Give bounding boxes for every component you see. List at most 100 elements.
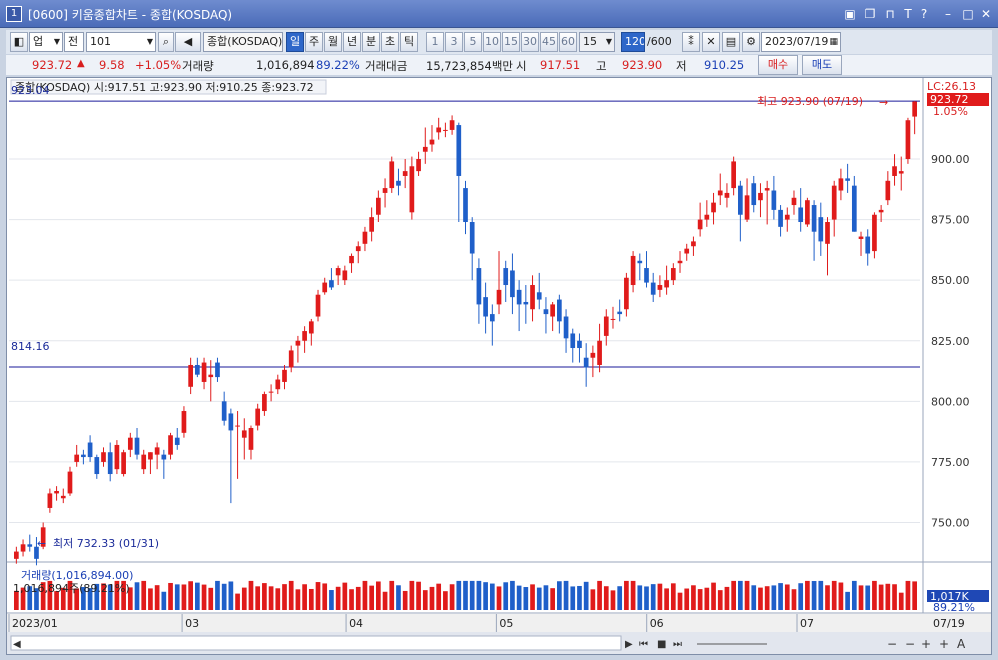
volume-bar xyxy=(724,586,730,610)
interval-button[interactable]: 5 xyxy=(464,32,482,52)
period-button[interactable]: 년 xyxy=(343,32,361,52)
volume-bar xyxy=(141,580,147,610)
date-input[interactable]: 2023/07/19 ▦ xyxy=(761,32,841,52)
settings-gear-icon[interactable]: ⚙ xyxy=(742,32,760,52)
period-button[interactable]: 월 xyxy=(324,32,342,52)
volume-bar xyxy=(369,585,374,610)
layout-icon[interactable]: ▣ xyxy=(842,6,858,22)
auto-scale-icon[interactable]: A xyxy=(957,637,966,651)
volume-bar xyxy=(308,588,314,610)
scroll-right-icon[interactable]: ▶ xyxy=(625,639,633,650)
volume-bar xyxy=(637,585,643,610)
period-button[interactable]: 주 xyxy=(305,32,323,52)
candle-body xyxy=(449,120,455,130)
x-tick-label: 07 xyxy=(800,617,814,630)
volume-bar xyxy=(168,582,173,610)
chart-area[interactable]: 900.00 875.00 850.00 825.00 800.00 775.00 750.… xyxy=(6,77,992,655)
volume-bar xyxy=(778,583,783,610)
minimize-icon[interactable]: – xyxy=(940,6,956,22)
indicator-icon[interactable]: ⁑ xyxy=(682,32,700,52)
candle-body xyxy=(543,309,549,315)
candle-body xyxy=(691,241,696,247)
scroll-left-icon[interactable]: ◀ xyxy=(13,639,21,650)
sound-icon[interactable]: ◀ xyxy=(175,32,201,52)
maximize-icon[interactable]: □ xyxy=(960,6,976,22)
candle-body xyxy=(221,401,227,421)
y-tick-label: 800.00 xyxy=(931,395,970,408)
stop-icon[interactable]: ■ xyxy=(657,639,666,650)
sell-button[interactable]: 매도 xyxy=(802,55,842,75)
candle-body xyxy=(74,454,80,462)
volume-bar xyxy=(436,583,442,610)
volume-bar xyxy=(644,586,649,610)
volume-bar xyxy=(355,586,361,610)
chart-canvas[interactable]: 900.00 875.00 850.00 825.00 800.00 775.00 750.… xyxy=(7,78,991,654)
interval-button[interactable]: 60 xyxy=(559,32,577,52)
candle-body xyxy=(476,268,482,305)
count-input[interactable]: 120 xyxy=(621,32,645,52)
candle-body xyxy=(67,471,73,494)
interval-select[interactable]: 15 ▼ xyxy=(579,32,615,52)
interval-button[interactable]: 30 xyxy=(521,32,539,52)
fast-forward-icon[interactable]: ⏭ xyxy=(673,639,682,650)
horizontal-scrollbar[interactable] xyxy=(10,635,622,651)
help-icon[interactable]: ? xyxy=(916,6,932,22)
candle-body xyxy=(87,442,93,458)
buy-button[interactable]: 매수 xyxy=(758,55,798,75)
candle-body xyxy=(248,427,254,450)
candle-body xyxy=(322,282,328,293)
period-button[interactable]: 초 xyxy=(381,32,399,52)
volume-bar xyxy=(791,589,797,610)
volume-bar xyxy=(825,585,830,610)
close-icon[interactable]: ✕ xyxy=(978,6,994,22)
candle-body xyxy=(107,452,113,475)
interval-button[interactable]: 1 xyxy=(426,32,444,52)
panel-toggle-icon[interactable]: ◧ xyxy=(10,32,28,52)
reset-zoom-icon[interactable]: + xyxy=(939,637,949,651)
rewind-icon[interactable]: ⏮ xyxy=(639,639,648,650)
draw-tool-icon[interactable]: ✕ xyxy=(702,32,720,52)
price-change-pct: +1.05% xyxy=(135,58,182,72)
volume-bar xyxy=(898,592,904,610)
period-button[interactable]: 틱 xyxy=(400,32,418,52)
market-select[interactable]: 업 ▼ xyxy=(29,32,63,52)
interval-button[interactable]: 45 xyxy=(540,32,558,52)
scope-button[interactable]: 전 xyxy=(64,32,84,52)
period-button[interactable]: 분 xyxy=(362,32,380,52)
x-tick-label: 2023/01 xyxy=(12,617,58,630)
copy-window-icon[interactable]: ❐ xyxy=(862,6,878,22)
candle-body xyxy=(878,209,884,213)
volume-bar xyxy=(389,580,395,610)
candle-body xyxy=(865,236,871,254)
zoom-out-minus-icon[interactable]: − xyxy=(887,637,897,651)
code-input[interactable]: 101 ▼ xyxy=(86,32,156,52)
zoom-in-icon[interactable]: + xyxy=(921,637,931,651)
lock-icon[interactable]: ⊓ xyxy=(882,6,898,22)
period-button[interactable]: 일 xyxy=(286,32,304,52)
volume-bar xyxy=(758,587,763,610)
amount-label: 거래대금 xyxy=(365,59,408,73)
search-icon[interactable]: ⌕ xyxy=(158,32,174,52)
candle-body xyxy=(127,437,133,450)
zoom-out-icon[interactable]: − xyxy=(905,637,915,651)
volume-bar xyxy=(443,591,448,610)
font-icon[interactable]: T xyxy=(900,6,916,22)
volume-bar xyxy=(503,582,509,610)
candle-body xyxy=(161,454,167,460)
volume-bar xyxy=(248,580,254,610)
volume-bar xyxy=(858,585,864,610)
volume-bar xyxy=(771,585,777,610)
volume-bar xyxy=(590,589,596,610)
volume-bar xyxy=(845,591,850,610)
volume-bar xyxy=(523,587,529,610)
volume-bar xyxy=(624,580,629,610)
volume-bar xyxy=(275,588,281,610)
candle-body xyxy=(603,316,609,336)
candle-body xyxy=(228,413,234,431)
interval-button[interactable]: 3 xyxy=(445,32,463,52)
save-icon[interactable]: ▤ xyxy=(722,32,740,52)
interval-button[interactable]: 10 xyxy=(483,32,501,52)
interval-button[interactable]: 15 xyxy=(502,32,520,52)
candle-body xyxy=(188,364,193,387)
volume-bar xyxy=(422,590,428,610)
